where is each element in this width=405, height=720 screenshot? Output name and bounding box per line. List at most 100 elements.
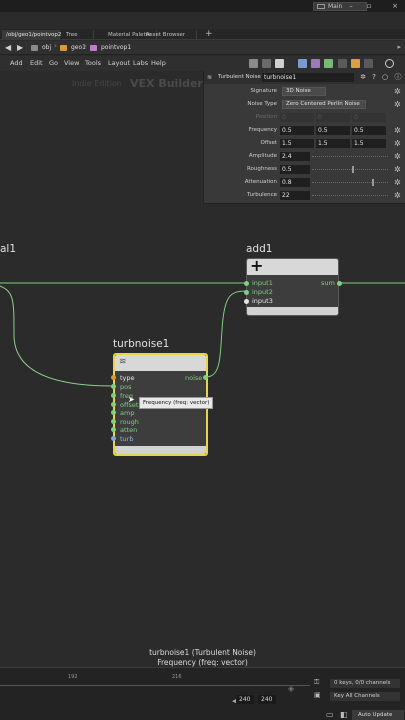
noise-output-port[interactable]: [203, 375, 208, 380]
param-roughness: Roughness 0.5 ✲: [204, 163, 405, 176]
node-type-label: Turbulent Noise: [218, 74, 261, 80]
input3-port[interactable]: [244, 299, 249, 304]
turb-port[interactable]: [111, 436, 116, 441]
audio-icon[interactable]: ◈: [288, 684, 294, 693]
offset-port[interactable]: [111, 402, 116, 407]
position-x-field: 0: [280, 113, 314, 122]
offset-y-field[interactable]: 1.5: [316, 139, 350, 148]
help-icon[interactable]: ?: [370, 73, 378, 81]
chat-icon[interactable]: ▭: [326, 710, 334, 719]
frequency-z-field[interactable]: 0.5: [352, 126, 386, 135]
plus-icon: +: [250, 256, 264, 275]
gear-icon[interactable]: ✲: [394, 152, 401, 161]
amp-port[interactable]: [111, 410, 116, 415]
end-frame-field[interactable]: 240: [258, 695, 276, 704]
wire-from-left-to-turb: [0, 285, 114, 387]
add-node-title: add1: [246, 243, 273, 255]
frequency-label: Frequency: [248, 127, 277, 133]
turb-node-title: turbnoise1: [113, 338, 170, 350]
gear-icon[interactable]: ✲: [394, 126, 401, 135]
turbnoise-node-footer: [115, 446, 206, 454]
sum-label: sum: [321, 279, 335, 287]
network-status-text: turbnoise1 (Turbulent Noise) Frequency (…: [0, 648, 405, 668]
amplitude-label: Amplitude: [248, 153, 277, 159]
key-all-channels-menu[interactable]: Key All Channels: [330, 692, 400, 701]
signature-label: Signature: [250, 88, 277, 94]
parameter-header: ≋ Turbulent Noise turbnoise1 ✲ ? ○ ⓘ: [204, 71, 405, 84]
input3-label: input3: [252, 297, 273, 305]
noise-label: noise: [185, 374, 203, 382]
status-node-line: turbnoise1 (Turbulent Noise): [149, 648, 256, 657]
frequency-y-field[interactable]: 0.5: [316, 126, 350, 135]
offset-z-field[interactable]: 1.5: [352, 139, 386, 148]
sum-output-port[interactable]: [337, 281, 342, 286]
gear-icon[interactable]: ✲: [394, 165, 401, 174]
frequency-x-field[interactable]: 0.5: [280, 126, 314, 135]
timeline-ruler[interactable]: 192 216: [0, 674, 310, 686]
roughness-slider[interactable]: [312, 169, 388, 170]
left-node-title: al1: [0, 243, 17, 255]
atten-port[interactable]: [111, 427, 116, 432]
input1-port[interactable]: [244, 281, 249, 286]
param-turbulence: Turbulence 22 ✲: [204, 189, 405, 202]
auto-update-button[interactable]: Auto Update: [352, 710, 404, 720]
noise-type-label: Noise Type: [247, 101, 277, 107]
input2-label: input2: [252, 288, 273, 296]
noise-wave-icon: ≋: [119, 357, 127, 367]
rough-port[interactable]: [111, 419, 116, 424]
gear-icon[interactable]: ✲: [394, 87, 401, 96]
key-icon[interactable]: ⚿: [314, 678, 319, 687]
input2-port[interactable]: [244, 290, 249, 295]
playbar: 192 216 ◀ 240 240 ◈ ⚿ ▣ 0 keys, 0/0 chan…: [0, 667, 405, 720]
gear-icon[interactable]: ✲: [394, 100, 401, 109]
gear-icon[interactable]: ✲: [394, 191, 401, 200]
amplitude-field[interactable]: 2.4: [280, 152, 310, 161]
param-position: Position 0 0 0: [204, 111, 405, 124]
node-name-field[interactable]: turbnoise1: [262, 73, 354, 82]
attenuation-slider[interactable]: [312, 182, 388, 183]
turbulence-field[interactable]: 22: [280, 191, 310, 200]
info-icon[interactable]: ⓘ: [394, 73, 402, 81]
atten-label: atten: [120, 426, 138, 434]
offset-label: Offset: [260, 140, 277, 146]
gear-icon[interactable]: ✲: [394, 178, 401, 187]
turbulence-slider[interactable]: [312, 195, 388, 196]
search-icon[interactable]: ○: [381, 73, 389, 81]
turb-label: turb: [120, 435, 134, 443]
amplitude-slider[interactable]: [312, 156, 388, 157]
amp-label: amp: [120, 409, 135, 417]
channel-icon[interactable]: ▣: [314, 691, 321, 699]
settings-icon[interactable]: ◧: [340, 710, 348, 719]
add-node[interactable]: + input1 input2 input3 sum: [244, 256, 342, 316]
param-frequency: Frequency 0.5 0.5 0.5 ✲: [204, 124, 405, 137]
ruler-tick-label: 192: [68, 674, 78, 680]
signature-menu[interactable]: 3D Noise: [282, 87, 326, 96]
port-tooltip: Frequency (freq: vector): [139, 397, 214, 409]
type-label: type: [120, 374, 135, 382]
pos-port[interactable]: [111, 384, 116, 389]
parameter-panel: ≋ Turbulent Noise turbnoise1 ✲ ? ○ ⓘ Sig…: [203, 71, 405, 204]
noise-type-menu[interactable]: Zero Centered Perlin Noise: [282, 100, 366, 109]
mouse-cursor-icon: ➤: [128, 395, 135, 404]
pos-label: pos: [120, 383, 132, 391]
param-noise-type: Noise Type Zero Centered Perlin Noise ✲: [204, 98, 405, 111]
noise-type-icon: ≋: [207, 74, 213, 81]
gear-icon[interactable]: ✲: [359, 73, 367, 81]
keys-status: 0 keys, 0/0 channels: [330, 679, 400, 688]
roughness-slider-handle[interactable]: [352, 166, 354, 173]
freq-port[interactable]: [111, 393, 116, 398]
param-attenuation: Attenuation 0.8 ✲: [204, 176, 405, 189]
turbnoise-node-header: ≋: [115, 355, 206, 371]
gear-icon[interactable]: ✲: [394, 139, 401, 148]
position-z-field: 0: [352, 113, 386, 122]
attenuation-slider-handle[interactable]: [372, 179, 374, 186]
param-signature: Signature 3D Noise ✲: [204, 85, 405, 98]
position-label: Position: [255, 114, 277, 120]
attenuation-field[interactable]: 0.8: [280, 178, 310, 187]
offset-x-field[interactable]: 1.5: [280, 139, 314, 148]
position-y-field: 0: [316, 113, 350, 122]
start-frame-field[interactable]: 240: [236, 695, 254, 704]
roughness-field[interactable]: 0.5: [280, 165, 310, 174]
input1-label: input1: [252, 279, 273, 287]
type-port[interactable]: [111, 375, 116, 380]
